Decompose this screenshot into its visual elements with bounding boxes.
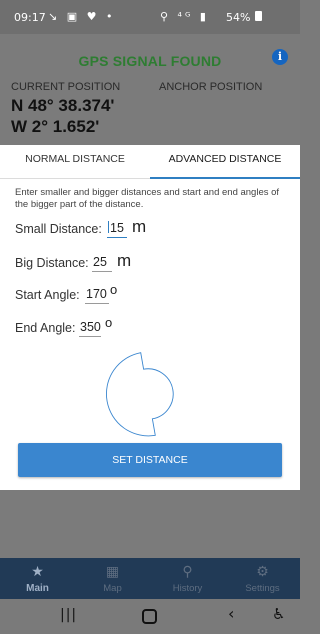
location-pin-icon: ⚲: [182, 563, 193, 579]
big-distance-unit: m: [117, 251, 132, 270]
nav-label-main: Main: [26, 583, 49, 594]
nav-label-map: Map: [103, 583, 122, 594]
nav-item-history[interactable]: ⚲ History: [150, 558, 225, 599]
small-distance-unit: m: [132, 217, 147, 236]
system-navigation-bar: ||| ‹ ♿: [0, 599, 300, 634]
status-bar: 09:17 ↘ ▣ ♥ • ⚲ ⁴ᴳ ▮ 54%: [0, 0, 300, 34]
big-distance-value: 25: [93, 255, 107, 269]
home-icon[interactable]: [142, 609, 157, 624]
nav-label-settings: Settings: [245, 583, 280, 594]
start-angle-input[interactable]: 170: [85, 287, 109, 304]
longitude-value: W 2° 1.652': [11, 117, 100, 136]
signal-icons: ⚲ ⁴ᴳ ▮: [160, 10, 209, 23]
recent-apps-icon[interactable]: |||: [60, 607, 77, 623]
small-distance-value: 15: [110, 221, 124, 235]
nav-label-history: History: [172, 583, 203, 594]
tab-advanced-distance[interactable]: ADVANCED DISTANCE: [150, 145, 300, 179]
set-distance-button[interactable]: SET DISTANCE: [18, 443, 282, 477]
end-angle-value: 350: [80, 320, 101, 334]
end-angle-unit: o: [105, 315, 113, 330]
distance-sector-preview: [106, 352, 174, 437]
end-angle-label: End Angle:: [15, 321, 76, 335]
start-angle-unit: o: [110, 282, 118, 297]
instructions-text: Enter smaller and bigger distances and s…: [15, 187, 280, 210]
start-angle-label: Start Angle:: [15, 288, 80, 302]
back-icon[interactable]: ‹: [228, 604, 234, 623]
advanced-distance-dialog: NORMAL DISTANCE ADVANCED DISTANCE Enter …: [0, 145, 300, 490]
bottom-navigation: ★ Main ▦ Map ⚲ History ⚙ Settings: [0, 558, 300, 599]
info-icon[interactable]: i: [272, 49, 288, 65]
gps-status-title: GPS SIGNAL FOUND: [78, 53, 222, 69]
start-angle-value: 170: [86, 287, 107, 301]
gear-icon: ⚙: [256, 563, 269, 579]
nav-item-map[interactable]: ▦ Map: [75, 558, 150, 599]
big-distance-input[interactable]: 25: [92, 255, 112, 272]
current-position-label: CURRENT POSITION: [11, 81, 121, 93]
status-time: 09:17: [14, 11, 46, 24]
tab-indicator: [150, 177, 300, 179]
tab-normal-distance[interactable]: NORMAL DISTANCE: [0, 145, 150, 179]
text-caret: [108, 221, 109, 233]
nav-item-main[interactable]: ★ Main: [0, 558, 75, 599]
battery-icon: [255, 11, 262, 21]
nav-item-settings[interactable]: ⚙ Settings: [225, 558, 300, 599]
tab-bar: NORMAL DISTANCE ADVANCED DISTANCE: [0, 145, 300, 179]
small-distance-input[interactable]: 15: [107, 221, 127, 238]
end-angle-input[interactable]: 350: [79, 320, 101, 337]
battery-percent: 54%: [226, 11, 251, 24]
latitude-value: N 48° 38.374': [11, 96, 115, 115]
map-icon: ▦: [105, 563, 120, 579]
distance-sector-shape: [106, 352, 174, 437]
notification-icons: ↘ ▣ ♥ •: [48, 10, 116, 23]
star-icon: ★: [31, 563, 44, 579]
accessibility-icon[interactable]: ♿: [272, 605, 285, 623]
big-distance-label: Big Distance:: [15, 256, 89, 270]
anchor-position-label: ANCHOR POSITION: [159, 81, 263, 93]
small-distance-label: Small Distance:: [15, 222, 102, 236]
